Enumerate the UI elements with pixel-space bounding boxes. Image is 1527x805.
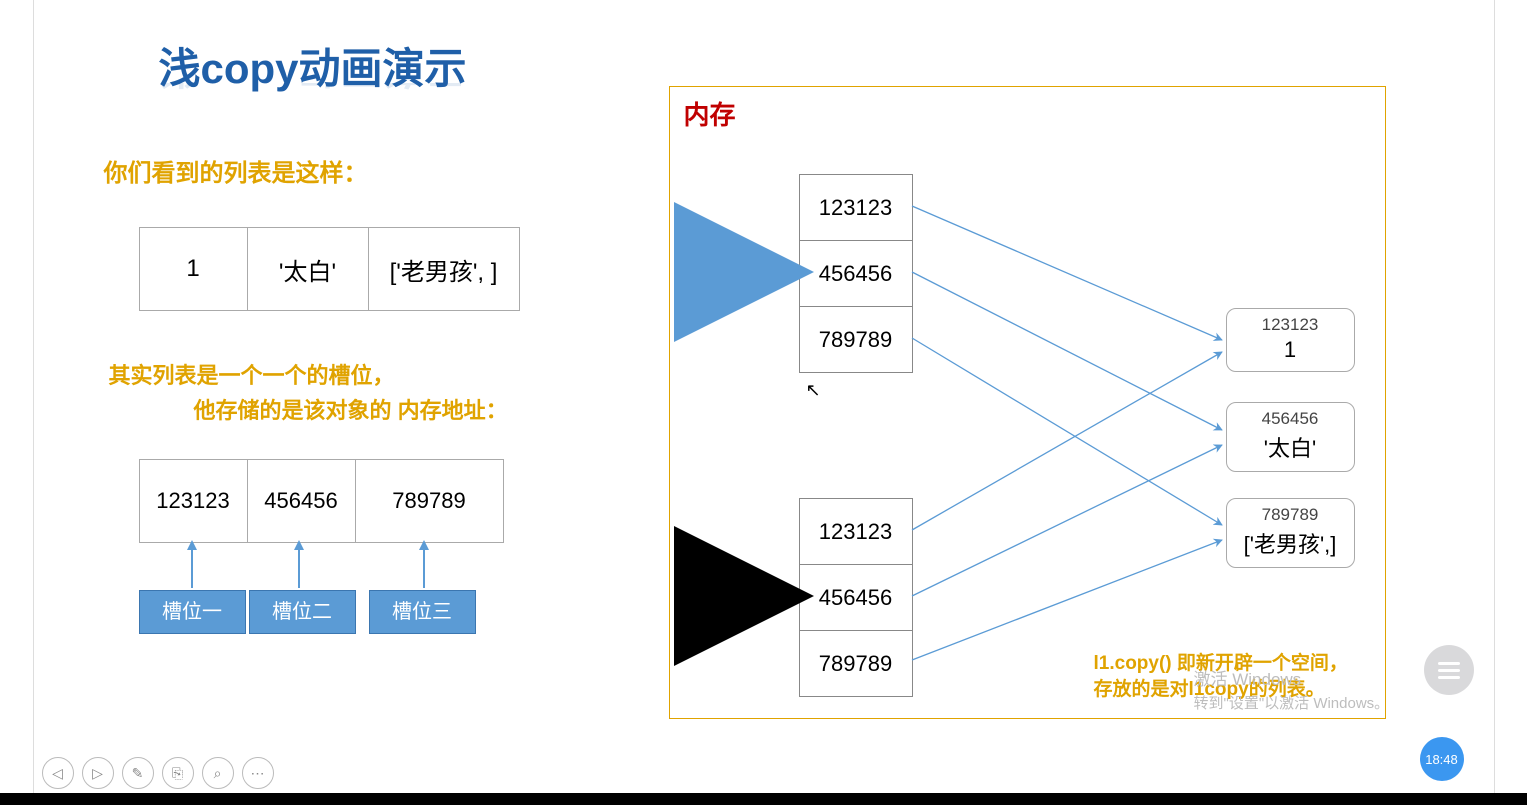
l2-slot-1: 456456 xyxy=(799,565,912,631)
object-2-address: 456456 xyxy=(1227,409,1354,429)
subtitle-slots-a: 其实列表是一个一个的槽位， xyxy=(109,358,395,390)
slide-stage: 浅copy动画演示 浅copy动画演示 你们看到的列表是这样： 1 '太白' [… xyxy=(33,0,1495,793)
object-box-1: 123123 1 xyxy=(1226,308,1355,372)
l2-slots-table: 123123 456456 789789 xyxy=(799,498,913,697)
floating-menu-button[interactable] xyxy=(1424,645,1474,695)
memory-title: 内存 xyxy=(684,95,736,132)
visible-list-cell-2: '太白' xyxy=(247,228,368,311)
slot-label-1: 槽位一 xyxy=(139,590,246,634)
zoom-button[interactable]: ⌕ xyxy=(202,757,234,789)
pen-icon: ✎ xyxy=(132,765,144,782)
l1-slot-1: 456456 xyxy=(799,241,912,307)
windows-watermark-title: 激活 Windows xyxy=(1194,665,1302,690)
object-box-2: 456456 '太白' xyxy=(1226,402,1355,472)
l1-slots-table: 123123 456456 789789 xyxy=(799,174,913,373)
address-cell-3: 789789 xyxy=(355,460,503,543)
timestamp-value: 18:48 xyxy=(1425,752,1458,767)
object-box-3: 789789 ['老男孩',] xyxy=(1226,498,1355,568)
slide-title: 浅copy动画演示 浅copy动画演示 xyxy=(159,35,467,96)
l1-label: l1 xyxy=(674,258,693,286)
object-1-address: 123123 xyxy=(1227,315,1354,335)
address-list-table: 123123 456456 789789 xyxy=(139,459,504,543)
l2-label: l2 xyxy=(674,582,693,610)
l2-slot-2: 789789 xyxy=(799,631,912,697)
subtitle-visible-list: 你们看到的列表是这样： xyxy=(104,153,368,188)
visible-list-table: 1 '太白' ['老男孩', ] xyxy=(139,227,520,311)
object-2-value: '太白' xyxy=(1227,431,1354,463)
subtitle-slots-b: 他存储的是该对象的 内存地址： xyxy=(194,393,508,425)
address-cell-2: 456456 xyxy=(247,460,355,543)
title-reflection: 浅copy动画演示 xyxy=(159,83,467,101)
visible-list-cell-1: 1 xyxy=(139,228,247,311)
zoom-icon: ⌕ xyxy=(214,765,222,782)
prev-icon: ◁ xyxy=(52,765,63,782)
l1-slot-2: 789789 xyxy=(799,307,912,373)
next-button[interactable]: ▷ xyxy=(82,757,114,789)
timestamp-pill[interactable]: 18:48 xyxy=(1420,737,1464,781)
page-button[interactable]: ⎘ xyxy=(162,757,194,789)
prev-button[interactable]: ◁ xyxy=(42,757,74,789)
l2-slot-0: 123123 xyxy=(799,499,912,565)
slot-label-3: 槽位三 xyxy=(369,590,476,634)
more-icon: ⋯ xyxy=(251,765,265,782)
object-3-value: ['老男孩',] xyxy=(1227,527,1354,559)
player-toolbar: ◁ ▷ ✎ ⎘ ⌕ ⋯ xyxy=(42,757,274,789)
windows-watermark-sub: 转到"设置"以激活 Windows。 xyxy=(1194,692,1390,713)
more-button[interactable]: ⋯ xyxy=(242,757,274,789)
visible-list-cell-3: ['老男孩', ] xyxy=(368,228,519,311)
next-icon: ▷ xyxy=(92,765,103,782)
pen-button[interactable]: ✎ xyxy=(122,757,154,789)
slot-label-2: 槽位二 xyxy=(249,590,356,634)
object-3-address: 789789 xyxy=(1227,505,1354,525)
l1-slot-0: 123123 xyxy=(799,175,912,241)
object-1-value: 1 xyxy=(1227,337,1354,363)
bottom-black-bar xyxy=(0,793,1527,805)
address-cell-1: 123123 xyxy=(139,460,247,543)
page-icon: ⎘ xyxy=(172,765,183,782)
